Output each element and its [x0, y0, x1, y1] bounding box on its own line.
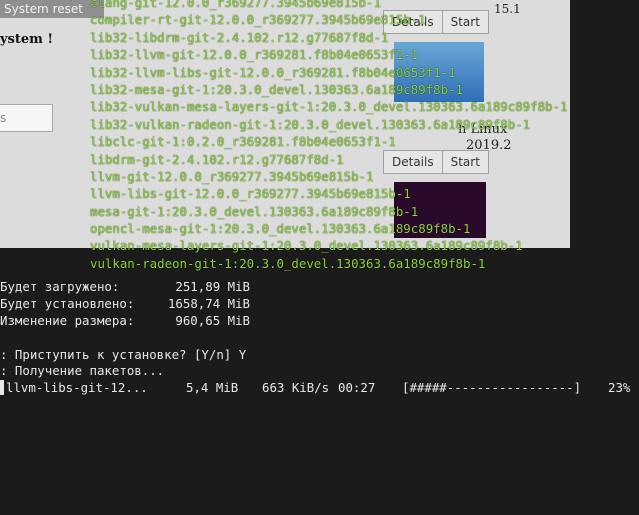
- summary-row: Будет загружено: 251,89 MiB: [0, 278, 250, 295]
- package-item: lib32-llvm-git-12.0.0_r369281.f8b04e0653…: [90, 47, 419, 63]
- progress-bar: [#####-----------------]: [402, 380, 582, 395]
- package-item: vulkan-mesa-layers-git-1:20.3.0_devel.13…: [90, 238, 523, 254]
- summary-value: 1658,74 MiB: [167, 296, 250, 311]
- summary-row: Будет установлено: 1658,74 MiB: [0, 295, 250, 312]
- summary-value: 960,65 MiB: [175, 313, 250, 328]
- package-item: libclc-git-1:0.2.0_r369281.f8b04e0653f1-…: [90, 134, 396, 150]
- package-item: opencl-mesa-git-1:20.3.0_devel.130363.6a…: [90, 221, 471, 237]
- summary-value: 251,89 MiB: [175, 279, 250, 294]
- package-item: lib32-vulkan-mesa-layers-git-1:20.3.0_de…: [90, 99, 568, 115]
- summary-label: Будет установлено:: [0, 296, 135, 311]
- summary-label: Будет загружено:: [0, 279, 120, 294]
- package-item: lib32-mesa-git-1:20.3.0_devel.130363.6a1…: [90, 81, 463, 97]
- package-list: clang-git-12.0.0_r369277.3945b69e815b-1 …: [90, 0, 567, 272]
- fetch-status: : Получение пакетов...: [0, 363, 165, 378]
- package-item: mesa-git-1:20.3.0_devel.130363.6a189c89f…: [90, 203, 419, 219]
- install-summary: Будет загружено: 251,89 MiB Будет устано…: [0, 278, 250, 329]
- package-item: compiler-rt-git-12.0.0_r369277.3945b69e8…: [90, 12, 426, 28]
- package-item: llvm-git-12.0.0_r369277.3945b69e815b-1: [90, 168, 374, 184]
- install-prompt: : Приступить к установке? [Y/n] Y: [0, 347, 247, 362]
- summary-label: Изменение размера:: [0, 313, 135, 328]
- download-progress: llvm-libs-git-12... 5,4 MiB 663 KiB/s 00…: [0, 379, 639, 396]
- package-item: libdrm-git-2.4.102.r12.g77687f8d-1: [90, 151, 344, 167]
- progress-speed: 663 KiB/s: [262, 380, 330, 395]
- package-item: llvm-libs-git-12.0.0_r369277.3945b69e815…: [90, 186, 411, 202]
- progress-percent: 23%: [608, 380, 631, 395]
- package-item: lib32-libdrm-git-2.4.102.r12.g77687f8d-1: [90, 29, 389, 45]
- terminal: clang-git-12.0.0_r369277.3945b69e815b-1 …: [0, 0, 639, 400]
- progress-eta: 00:27: [338, 380, 376, 395]
- progress-package-name: llvm-libs-git-12...: [6, 380, 148, 395]
- package-item: lib32-vulkan-radeon-git-1:20.3.0_devel.1…: [90, 116, 531, 132]
- package-item: vulkan-radeon-git-1:20.3.0_devel.130363.…: [90, 255, 486, 271]
- package-item: lib32-llvm-libs-git-12.0.0_r369281.f8b04…: [90, 64, 456, 80]
- package-item: clang-git-12.0.0_r369277.3945b69e815b-1: [90, 0, 381, 10]
- progress-size: 5,4 MiB: [186, 380, 239, 395]
- summary-row: Изменение размера: 960,65 MiB: [0, 312, 250, 329]
